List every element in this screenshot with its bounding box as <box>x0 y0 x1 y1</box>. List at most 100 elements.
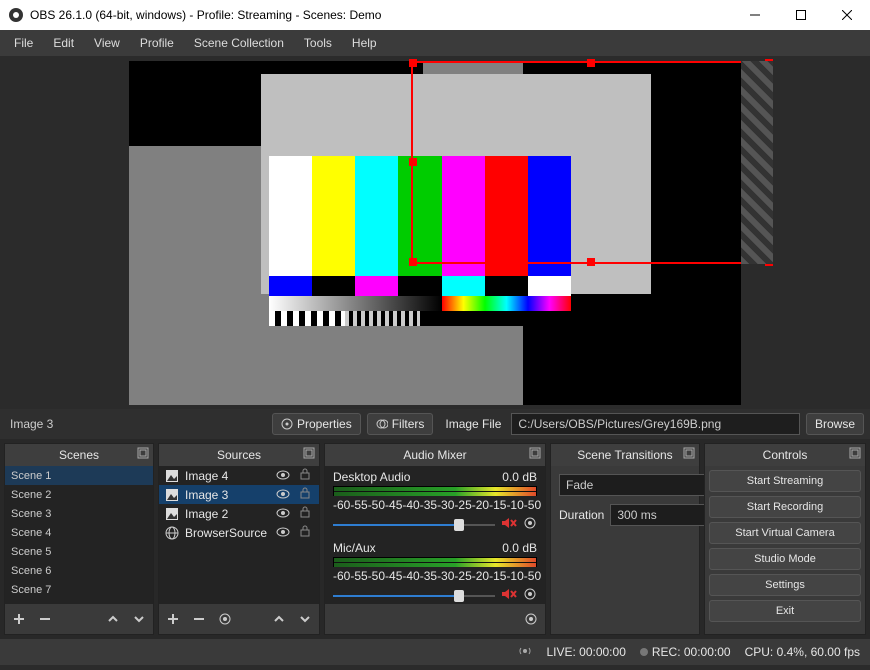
channel-settings-button[interactable] <box>523 516 537 533</box>
globe-icon <box>165 526 179 540</box>
control-start-virtual-camera-button[interactable]: Start Virtual Camera <box>709 522 861 544</box>
mixer-channel: Mic/Aux0.0 dB-60-55-50-45-40-35-30-25-20… <box>325 537 545 604</box>
undock-icon[interactable] <box>849 447 861 459</box>
undock-icon[interactable] <box>137 447 149 459</box>
volume-slider[interactable] <box>333 593 495 599</box>
controls-title: Controls <box>763 448 808 462</box>
scene-down-button[interactable] <box>131 611 147 627</box>
app-icon <box>8 7 24 23</box>
filters-label: Filters <box>392 417 425 431</box>
dock-row: Scenes Scene 1Scene 2Scene 3Scene 4Scene… <box>0 439 870 639</box>
control-start-recording-button[interactable]: Start Recording <box>709 496 861 518</box>
remove-scene-button[interactable] <box>37 611 53 627</box>
controls-header: Controls <box>705 444 865 466</box>
source-name: Image 2 <box>185 507 269 521</box>
menu-scene-collection[interactable]: Scene Collection <box>184 32 294 54</box>
scene-item[interactable]: Scene 6 <box>5 561 153 580</box>
maximize-button[interactable] <box>778 0 824 30</box>
source-up-button[interactable] <box>271 611 287 627</box>
sources-header: Sources <box>159 444 319 466</box>
channel-level: 0.0 dB <box>502 541 537 555</box>
meter-ticks: -60-55-50-45-40-35-30-25-20-15-10-50 <box>333 498 537 512</box>
sources-title: Sources <box>217 448 261 462</box>
add-scene-button[interactable] <box>11 611 27 627</box>
image-icon <box>165 507 179 521</box>
undock-icon[interactable] <box>303 447 315 459</box>
source-name: BrowserSource <box>185 526 269 540</box>
close-button[interactable] <box>824 0 870 30</box>
live-status: LIVE: 00:00:00 <box>546 645 625 659</box>
visibility-toggle[interactable] <box>275 488 291 502</box>
mixer-settings-button[interactable] <box>523 611 539 627</box>
transitions-body: ▴▾ Duration ▴▾ <box>551 466 699 534</box>
channel-settings-button[interactable] <box>523 587 537 604</box>
mute-button[interactable] <box>501 516 517 533</box>
visibility-toggle[interactable] <box>275 526 291 540</box>
undock-icon[interactable] <box>683 447 695 459</box>
add-source-button[interactable] <box>165 611 181 627</box>
level-meter <box>333 486 537 496</box>
transition-select[interactable] <box>559 474 728 496</box>
menu-view[interactable]: View <box>84 32 130 54</box>
status-bar: LIVE: 00:00:00 REC: 00:00:00 CPU: 0.4%, … <box>0 639 870 665</box>
menu-edit[interactable]: Edit <box>43 32 84 54</box>
scenes-footer <box>5 604 153 634</box>
control-settings-button[interactable]: Settings <box>709 574 861 596</box>
source-item[interactable]: Image 4 <box>159 466 319 485</box>
selection-outline[interactable] <box>411 61 771 264</box>
controls-body: Start Streaming Start Recording Start Virt… <box>705 466 865 626</box>
remove-source-button[interactable] <box>191 611 207 627</box>
source-item[interactable]: Image 3 <box>159 485 319 504</box>
sources-list[interactable]: Image 4 Image 3 Image 2 BrowserSource <box>159 466 319 604</box>
scenes-title: Scenes <box>59 448 99 462</box>
control-studio-mode-button[interactable]: Studio Mode <box>709 548 861 570</box>
mixer-panel: Audio Mixer Desktop Audio0.0 dB-60-55-50… <box>324 443 546 635</box>
menu-tools[interactable]: Tools <box>294 32 342 54</box>
image-file-input[interactable] <box>511 413 800 435</box>
lock-toggle[interactable] <box>297 525 313 540</box>
scene-item[interactable]: Scene 1 <box>5 466 153 485</box>
undock-icon[interactable] <box>529 447 541 459</box>
source-item[interactable]: BrowserSource <box>159 523 319 542</box>
control-start-streaming-button[interactable]: Start Streaming <box>709 470 861 492</box>
browse-button[interactable]: Browse <box>806 413 864 435</box>
scene-item[interactable]: Scene 3 <box>5 504 153 523</box>
menu-help[interactable]: Help <box>342 32 387 54</box>
visibility-toggle[interactable] <box>275 469 291 483</box>
sources-footer <box>159 604 319 634</box>
filters-button[interactable]: Filters <box>367 413 434 435</box>
menu-file[interactable]: File <box>4 32 43 54</box>
scene-item[interactable]: Scene 7 <box>5 580 153 599</box>
scenes-list[interactable]: Scene 1Scene 2Scene 3Scene 4Scene 5Scene… <box>5 466 153 604</box>
preview-canvas[interactable] <box>129 61 741 405</box>
mute-button[interactable] <box>501 587 517 604</box>
selected-source-bar: Image 3 Properties Filters Image File Br… <box>0 409 870 439</box>
rec-status: REC: 00:00:00 <box>652 645 731 659</box>
selected-source-name: Image 3 <box>6 417 266 431</box>
preview-area <box>0 56 870 409</box>
source-item[interactable]: Image 2 <box>159 504 319 523</box>
volume-slider[interactable] <box>333 522 495 528</box>
gear-icon <box>281 418 293 430</box>
lock-toggle[interactable] <box>297 506 313 521</box>
menu-profile[interactable]: Profile <box>130 32 184 54</box>
scene-item[interactable]: Scene 5 <box>5 542 153 561</box>
control-exit-button[interactable]: Exit <box>709 600 861 622</box>
controls-panel: Controls Start StreamingStart RecordingS… <box>704 443 866 635</box>
minimize-button[interactable] <box>732 0 778 30</box>
scene-up-button[interactable] <box>105 611 121 627</box>
source-name: Image 4 <box>185 469 269 483</box>
source-down-button[interactable] <box>297 611 313 627</box>
menu-bar: FileEditViewProfileScene CollectionTools… <box>0 30 870 56</box>
channel-level: 0.0 dB <box>502 470 537 484</box>
browse-label: Browse <box>815 417 855 431</box>
duration-label: Duration <box>559 508 604 522</box>
properties-button[interactable]: Properties <box>272 413 361 435</box>
lock-toggle[interactable] <box>297 487 313 502</box>
window-titlebar: OBS 26.1.0 (64-bit, windows) - Profile: … <box>0 0 870 30</box>
visibility-toggle[interactable] <box>275 507 291 521</box>
scene-item[interactable]: Scene 4 <box>5 523 153 542</box>
source-settings-button[interactable] <box>217 611 233 627</box>
scene-item[interactable]: Scene 2 <box>5 485 153 504</box>
lock-toggle[interactable] <box>297 468 313 483</box>
